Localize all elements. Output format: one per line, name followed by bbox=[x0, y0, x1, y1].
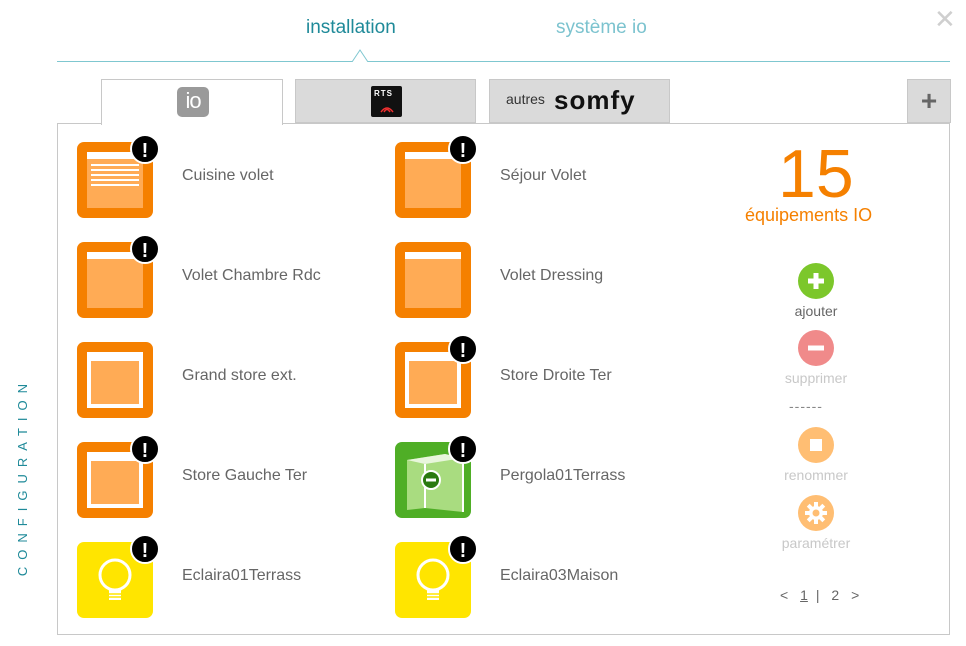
warning-icon: ! bbox=[130, 134, 160, 164]
device-label: Grand store ext. bbox=[182, 367, 297, 384]
protocol-tab-rts[interactable]: RTS bbox=[295, 79, 476, 123]
remove-device-button[interactable]: supprimer bbox=[766, 330, 866, 386]
device-item[interactable]: Grand store ext. bbox=[77, 342, 377, 422]
device-item[interactable]: ! Store Gauche Ter bbox=[77, 434, 377, 522]
device-label: Store Gauche Ter bbox=[182, 467, 308, 484]
device-item[interactable]: ! Store Droite Ter bbox=[395, 334, 695, 422]
warning-icon: ! bbox=[448, 534, 478, 564]
warning-icon: ! bbox=[448, 334, 478, 364]
rename-label: renommer bbox=[784, 467, 848, 483]
device-label: Eclaira01Terrass bbox=[182, 567, 302, 584]
tab-systeme-io[interactable]: système io bbox=[556, 17, 647, 39]
active-tab-caret bbox=[352, 49, 368, 62]
device-item[interactable]: ! Pergola01Terrass bbox=[395, 434, 695, 522]
device-label: Pergola01Terrass bbox=[500, 467, 626, 484]
rts-logo: RTS bbox=[371, 86, 402, 117]
warning-icon: ! bbox=[448, 434, 478, 464]
add-device-button[interactable]: ajouter bbox=[766, 263, 866, 319]
device-label: Cuisine volet bbox=[182, 167, 274, 184]
plus-icon bbox=[798, 263, 834, 299]
add-label: ajouter bbox=[794, 303, 838, 319]
pager-prev[interactable]: < bbox=[780, 587, 788, 603]
nav-divider bbox=[57, 61, 950, 62]
settings-label: paramétrer bbox=[781, 535, 851, 551]
device-label: Volet Dressing bbox=[500, 267, 604, 284]
device-item[interactable]: ! Séjour Volet bbox=[395, 134, 695, 222]
device-label: Volet Chambre Rdc bbox=[182, 267, 321, 284]
device-label: Store Droite Ter bbox=[500, 367, 612, 384]
action-separator: ------ bbox=[789, 398, 823, 414]
shutter-icon bbox=[395, 242, 471, 318]
pager-page-1[interactable]: 1 bbox=[800, 587, 808, 603]
tab-installation[interactable]: installation bbox=[306, 17, 396, 39]
settings-device-button[interactable]: paramétrer bbox=[766, 495, 866, 551]
device-count: 15 bbox=[778, 136, 854, 212]
pagination: < 1 | 2 > bbox=[776, 587, 863, 603]
warning-icon: ! bbox=[130, 534, 160, 564]
warning-icon: ! bbox=[130, 234, 160, 264]
warning-icon: ! bbox=[448, 134, 478, 164]
device-item[interactable]: ! Volet Chambre Rdc bbox=[77, 234, 377, 322]
device-item[interactable]: Volet Dressing bbox=[395, 242, 695, 322]
device-item[interactable]: ! Cuisine volet bbox=[77, 134, 377, 222]
rts-logo-text: RTS bbox=[374, 89, 393, 98]
stop-icon bbox=[798, 427, 834, 463]
device-label: Séjour Volet bbox=[500, 167, 587, 184]
gear-icon bbox=[798, 495, 834, 531]
warning-icon: ! bbox=[130, 434, 160, 464]
minus-icon bbox=[798, 330, 834, 366]
pager-separator: | bbox=[815, 587, 820, 603]
close-button[interactable]: ✕ bbox=[934, 6, 956, 32]
configuration-side-label: CONFIGURATION bbox=[15, 377, 30, 577]
pager-next[interactable]: > bbox=[851, 587, 859, 603]
io-logo: io bbox=[177, 87, 209, 117]
add-protocol-button[interactable]: + bbox=[907, 79, 951, 123]
rts-waves-icon bbox=[380, 107, 394, 113]
rename-device-button[interactable]: renommer bbox=[766, 427, 866, 483]
awning-icon bbox=[77, 342, 153, 418]
device-item[interactable]: ! Eclaira03Maison bbox=[395, 534, 695, 622]
pager-page-2[interactable]: 2 bbox=[831, 587, 839, 603]
device-item[interactable]: ! Eclaira01Terrass bbox=[77, 534, 377, 622]
remove-label: supprimer bbox=[784, 370, 848, 386]
device-count-label: équipements IO bbox=[745, 205, 873, 225]
somfy-prefix: autres bbox=[506, 91, 545, 107]
device-label: Eclaira03Maison bbox=[500, 567, 619, 584]
somfy-logo: somfy bbox=[554, 85, 636, 115]
protocol-tab-io[interactable]: io bbox=[101, 79, 283, 125]
protocol-tab-somfy[interactable]: autres somfy bbox=[489, 79, 670, 123]
